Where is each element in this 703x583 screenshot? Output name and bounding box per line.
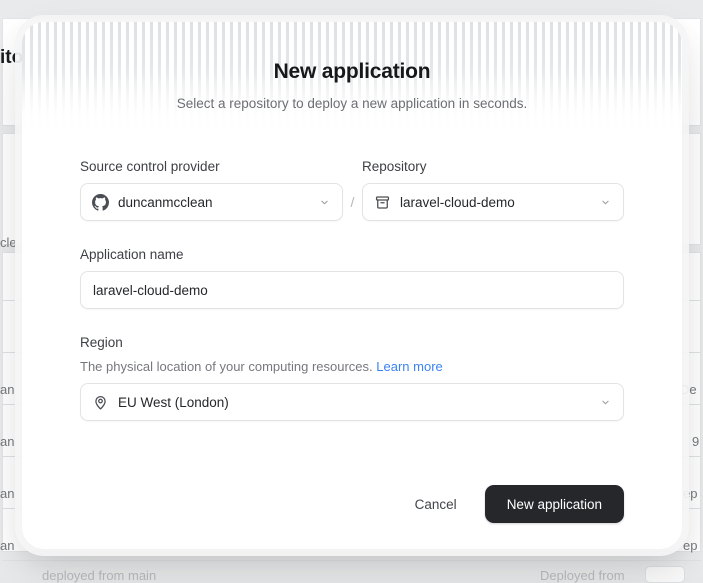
new-application-dialog: New application Select a repository to d… bbox=[22, 22, 682, 549]
path-separator: / bbox=[343, 183, 362, 221]
region-help-text: The physical location of your computing … bbox=[80, 359, 624, 374]
region-label: Region bbox=[80, 335, 624, 350]
map-pin-icon bbox=[92, 394, 109, 411]
source-control-provider-select[interactable]: duncanmcclean bbox=[80, 183, 343, 221]
source-control-provider-group: Source control provider duncanmcclean bbox=[80, 159, 343, 221]
source-control-provider-label: Source control provider bbox=[80, 159, 343, 174]
region-help-sentence: The physical location of your computing … bbox=[80, 359, 373, 374]
dialog-subtitle: Select a repository to deploy a new appl… bbox=[22, 96, 682, 111]
repository-label: Repository bbox=[362, 159, 624, 174]
dialog-body: Source control provider duncanmcclean bbox=[22, 159, 682, 421]
cancel-button[interactable]: Cancel bbox=[397, 487, 475, 522]
repository-group: Repository laravel-cloud-demo bbox=[362, 159, 624, 221]
application-name-input[interactable] bbox=[80, 271, 624, 309]
chevron-down-icon bbox=[599, 196, 612, 209]
application-name-group: Application name bbox=[80, 247, 624, 309]
github-icon bbox=[92, 194, 109, 211]
source-control-provider-value: duncanmcclean bbox=[118, 195, 310, 210]
region-select[interactable]: EU West (London) bbox=[80, 383, 624, 421]
chevron-down-icon bbox=[599, 396, 612, 409]
repository-value: laravel-cloud-demo bbox=[400, 195, 591, 210]
region-group: Region The physical location of your com… bbox=[80, 335, 624, 421]
region-learn-more-link[interactable]: Learn more bbox=[376, 359, 442, 374]
application-name-label: Application name bbox=[80, 247, 624, 262]
repository-selection-row: Source control provider duncanmcclean bbox=[80, 159, 624, 221]
modal-overlay: New application Select a repository to d… bbox=[0, 0, 703, 578]
region-value: EU West (London) bbox=[118, 395, 591, 410]
repository-icon bbox=[374, 194, 391, 211]
chevron-down-icon bbox=[318, 196, 331, 209]
repository-select[interactable]: laravel-cloud-demo bbox=[362, 183, 624, 221]
dialog-footer: Cancel New application bbox=[80, 485, 624, 523]
new-application-submit-button[interactable]: New application bbox=[485, 485, 624, 523]
dialog-header: New application Select a repository to d… bbox=[22, 22, 682, 111]
page-title: New application bbox=[22, 60, 682, 84]
